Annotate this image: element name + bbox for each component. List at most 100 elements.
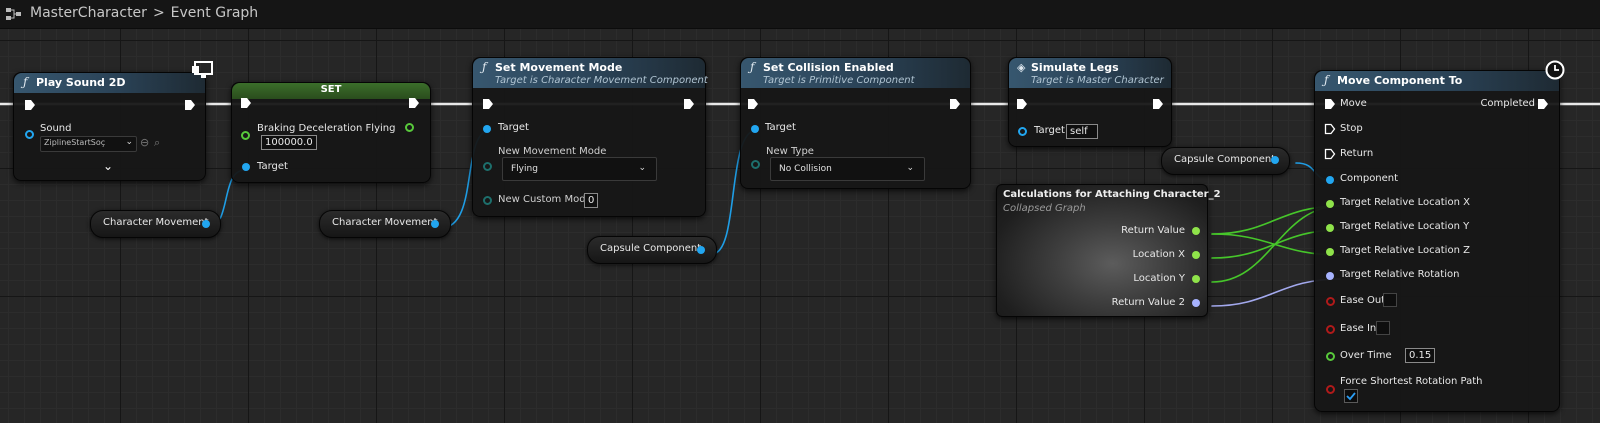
new-custom-mode-label: New Custom Mode — [498, 194, 592, 205]
stop-label: Stop — [1340, 123, 1363, 134]
target-pin[interactable] — [1018, 127, 1027, 136]
target-rotation-label: Target Relative Rotation — [1340, 269, 1460, 280]
exec-in-pin[interactable] — [24, 99, 36, 111]
node-header: ƒ Set Collision Enabled Target is Primit… — [741, 58, 970, 88]
exec-in-pin[interactable] — [482, 98, 494, 110]
location-y-label: Location Y — [1133, 273, 1185, 284]
target-location-y-pin[interactable] — [1326, 224, 1334, 232]
node-title: Move Component To — [1337, 74, 1463, 87]
stop-exec-pin[interactable] — [1324, 123, 1336, 135]
location-y-pin[interactable] — [1192, 275, 1200, 283]
new-movement-mode-pin[interactable] — [483, 162, 492, 171]
function-icon: ƒ — [482, 60, 487, 74]
location-x-pin[interactable] — [1192, 251, 1200, 259]
variable-label: Character Movement — [103, 217, 209, 228]
variable-output-pin[interactable] — [202, 220, 210, 228]
exec-out-pin[interactable] — [949, 98, 961, 110]
return-exec-pin[interactable] — [1324, 148, 1336, 160]
exec-in-pin[interactable] — [747, 98, 759, 110]
target-location-y-label: Target Relative Location Y — [1340, 221, 1470, 232]
set-variable-node[interactable]: SET Braking Deceleration Flying 100000.0… — [231, 82, 431, 183]
over-time-input[interactable]: 0.15 — [1405, 348, 1436, 363]
move-component-to-node[interactable]: ƒ Move Component To Move Completed Stop … — [1314, 70, 1560, 412]
ease-in-pin[interactable] — [1326, 325, 1335, 334]
target-pin[interactable] — [751, 125, 759, 133]
node-title: Set Movement Mode — [495, 61, 623, 74]
capsule-component-getter[interactable]: Capsule Component — [1161, 147, 1290, 175]
node-subtitle: Target is Primitive Component — [763, 75, 915, 86]
ease-out-pin[interactable] — [1326, 297, 1335, 306]
target-pin[interactable] — [242, 163, 250, 171]
sound-pin[interactable] — [25, 130, 34, 139]
target-location-z-pin[interactable] — [1326, 248, 1334, 256]
capsule-component-getter[interactable]: Capsule Component — [587, 236, 717, 264]
play-sound-2d-node[interactable]: ƒ Play Sound 2D Sound ZiplineStartSoç ⌄ … — [13, 72, 206, 181]
collapsed-graph-title: Calculations for Attaching Character_2 — [1003, 189, 1221, 200]
new-custom-mode-input[interactable]: 0 — [584, 193, 599, 208]
sound-asset-value: ZiplineStartSoç — [44, 138, 106, 147]
simulate-legs-node[interactable]: ◈ Simulate Legs Target is Master Charact… — [1008, 57, 1172, 147]
target-pin[interactable] — [483, 125, 491, 133]
checkmark-icon — [1346, 392, 1356, 401]
new-custom-mode-pin[interactable] — [483, 196, 492, 205]
braking-deceleration-out-pin[interactable] — [405, 123, 414, 132]
exec-out-pin[interactable] — [184, 99, 196, 111]
exec-out-pin[interactable] — [683, 98, 695, 110]
character-movement-getter[interactable]: Character Movement — [319, 210, 451, 238]
return-value-2-label: Return Value 2 — [1111, 297, 1185, 308]
ease-out-checkbox[interactable] — [1383, 293, 1397, 307]
expand-arrow-icon[interactable]: ⌄ — [103, 159, 113, 173]
exec-out-pin[interactable] — [408, 97, 420, 109]
character-movement-getter[interactable]: Character Movement — [90, 210, 221, 238]
variable-output-pin[interactable] — [697, 246, 705, 254]
ease-in-checkbox[interactable] — [1376, 321, 1390, 335]
completed-label: Completed — [1480, 98, 1535, 109]
collision-type-dropdown[interactable]: No Collision ⌄ — [770, 157, 925, 181]
component-pin[interactable] — [1326, 176, 1334, 184]
new-type-pin[interactable] — [751, 160, 760, 169]
set-collision-enabled-node[interactable]: ƒ Set Collision Enabled Target is Primit… — [740, 57, 971, 189]
target-self-value: self — [1066, 124, 1098, 139]
variable-label: Capsule Component — [600, 243, 702, 254]
node-header: SET — [232, 83, 430, 99]
sound-asset-dropdown[interactable]: ZiplineStartSoç ⌄ — [40, 136, 137, 152]
node-header: ƒ Play Sound 2D — [14, 73, 205, 93]
target-label: Target — [765, 122, 796, 133]
over-time-pin[interactable] — [1326, 352, 1335, 361]
chevron-down-icon: ⌄ — [638, 163, 646, 173]
force-shortest-checkbox[interactable] — [1344, 389, 1358, 403]
function-icon: ƒ — [750, 60, 755, 74]
movement-mode-dropdown[interactable]: Flying ⌄ — [502, 157, 657, 181]
target-location-x-label: Target Relative Location X — [1340, 197, 1470, 208]
exec-in-pin[interactable] — [240, 97, 252, 109]
node-title: Simulate Legs — [1031, 61, 1119, 74]
braking-deceleration-label: Braking Deceleration Flying — [257, 123, 396, 134]
return-value-2-pin[interactable] — [1192, 299, 1200, 307]
target-rotation-pin[interactable] — [1326, 272, 1334, 280]
variable-output-pin[interactable] — [431, 220, 439, 228]
calculations-collapsed-graph[interactable]: Calculations for Attaching Character_2 C… — [996, 184, 1221, 317]
movement-mode-value: Flying — [511, 164, 538, 174]
variable-output-pin[interactable] — [1271, 156, 1279, 164]
exec-in-pin[interactable] — [1016, 98, 1028, 110]
location-x-label: Location X — [1132, 249, 1185, 260]
target-label: Target — [498, 122, 529, 133]
force-shortest-pin[interactable] — [1326, 385, 1335, 394]
node-subtitle: Target is Character Movement Component — [495, 75, 708, 86]
exec-out-pin[interactable] — [1152, 98, 1164, 110]
return-value-pin[interactable] — [1192, 227, 1200, 235]
braking-deceleration-pin[interactable] — [241, 131, 250, 140]
ease-in-label: Ease In — [1340, 323, 1377, 334]
move-exec-pin[interactable] — [1324, 98, 1336, 110]
client-only-icon — [192, 61, 213, 78]
completed-exec-pin[interactable] — [1537, 98, 1549, 110]
target-location-z-label: Target Relative Location Z — [1340, 245, 1470, 256]
set-movement-mode-node[interactable]: ƒ Set Movement Mode Target is Character … — [472, 57, 708, 217]
node-subtitle: Target is Master Character — [1031, 75, 1164, 86]
use-selected-icon[interactable]: ⊖ — [140, 136, 149, 149]
move-label: Move — [1340, 98, 1367, 109]
braking-deceleration-input[interactable]: 100000.0 — [261, 135, 317, 150]
component-label: Component — [1340, 173, 1399, 184]
browse-icon[interactable]: ⌕ — [154, 136, 160, 150]
target-location-x-pin[interactable] — [1326, 200, 1334, 208]
